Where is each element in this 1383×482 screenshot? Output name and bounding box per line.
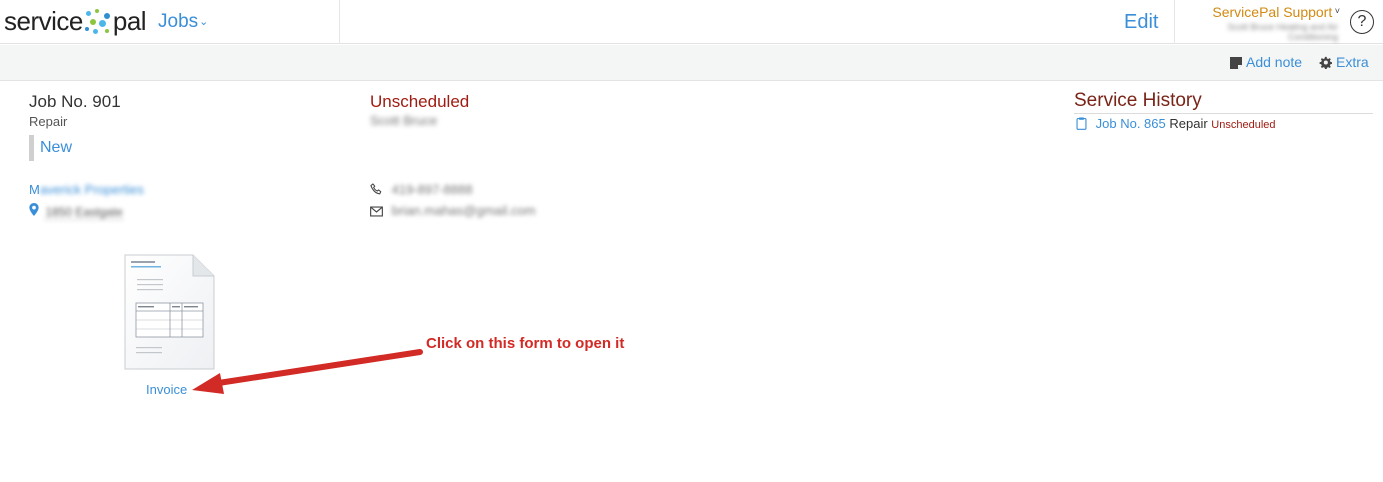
extra-label: Extra	[1336, 54, 1369, 70]
action-toolbar: Add note Extra	[0, 45, 1383, 81]
gear-icon	[1319, 56, 1333, 72]
map-pin-icon	[29, 203, 42, 219]
schedule-status: Unscheduled	[370, 92, 470, 111]
address-text: 1850 Eastgate	[45, 205, 123, 220]
help-icon[interactable]: ?	[1350, 10, 1374, 34]
annotation-callout: Click on this form to open it	[426, 335, 625, 352]
note-icon	[1230, 56, 1242, 72]
jobs-menu-label: Jobs	[158, 11, 199, 32]
chevron-down-icon: ˅	[1332, 6, 1340, 16]
customer-name-first: M	[29, 182, 40, 197]
job-status-badge[interactable]: New	[29, 135, 72, 161]
top-bar: service pal Jobs⌄ Edit ServicePal Suppor…	[0, 0, 1383, 44]
logo-text-right: pal	[112, 6, 147, 36]
job-number: Job No. 901	[29, 92, 121, 111]
customer-name-mid: averick P	[39, 182, 94, 197]
chevron-down-icon: ⌄	[199, 16, 209, 28]
phone-number: 419-897-8888	[391, 182, 473, 197]
history-job-type: Repair	[1169, 116, 1208, 131]
account-name: ServicePal Support ˅	[1212, 4, 1340, 20]
history-job-link[interactable]: Job No. 865	[1096, 116, 1166, 131]
header-divider	[339, 0, 340, 44]
email-address: brian.mahas@gmail.com	[391, 203, 536, 218]
edit-button[interactable]: Edit	[1124, 11, 1158, 34]
customer-name-link[interactable]: Maverick Properties	[29, 182, 144, 197]
phone-icon	[370, 182, 387, 197]
history-job-status: Unscheduled	[1211, 119, 1276, 131]
history-item[interactable]: Job No. 865 Repair Unscheduled	[1076, 116, 1276, 131]
customer-phone[interactable]: 419-897-8888	[370, 182, 473, 197]
logo-dots-icon	[84, 8, 112, 36]
account-name-label: ServicePal Support	[1212, 4, 1333, 20]
add-note-button[interactable]: Add note	[1230, 54, 1302, 72]
technician-name: Scott Bruce	[370, 113, 438, 128]
customer-name-last: roperties	[93, 182, 144, 197]
job-type: Repair	[29, 114, 68, 129]
annotation-arrow-icon	[192, 349, 423, 394]
account-company: Scott Bruce Heating and Air Conditioning	[1227, 22, 1338, 42]
service-history-title: Service History	[1074, 90, 1373, 114]
account-menu[interactable]: ServicePal Support ˅ Scott Bruce Heating…	[1186, 3, 1342, 43]
servicepal-logo[interactable]: service pal	[4, 6, 147, 37]
logo-text-left: service	[4, 6, 83, 36]
envelope-icon	[370, 203, 387, 218]
add-note-label: Add note	[1246, 54, 1303, 70]
extra-button[interactable]: Extra	[1319, 54, 1369, 72]
header-divider	[1174, 0, 1175, 44]
clipboard-icon	[1076, 116, 1096, 131]
jobs-module-menu[interactable]: Jobs⌄	[158, 11, 208, 33]
customer-address[interactable]: 1850 Eastgate	[29, 203, 123, 220]
customer-email[interactable]: brian.mahas@gmail.com	[370, 203, 536, 218]
